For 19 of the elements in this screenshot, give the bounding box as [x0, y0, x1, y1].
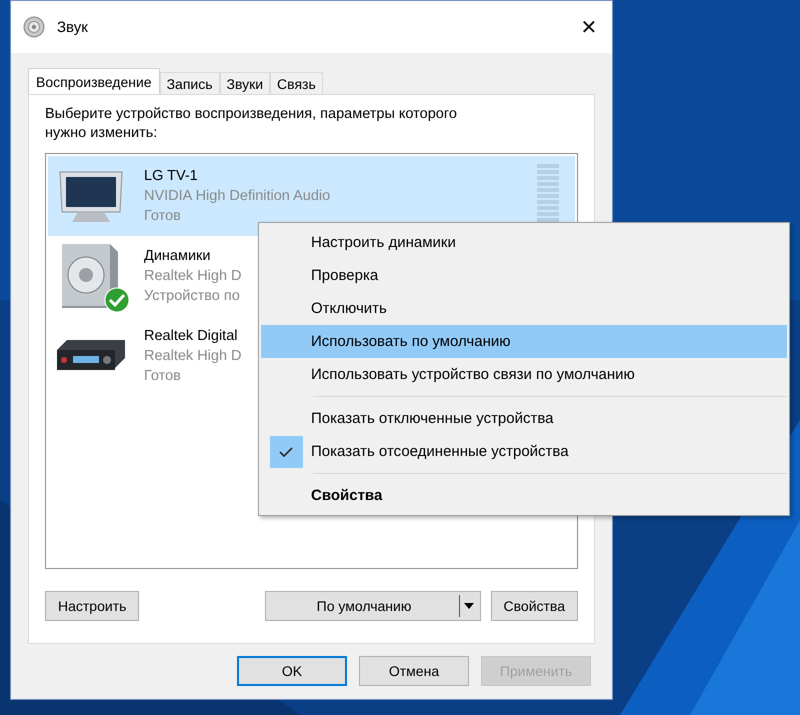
device-status: Устройство по	[144, 287, 241, 306]
menu-item-label: Проверка	[311, 267, 378, 284]
window-title: Звук	[57, 18, 89, 36]
device-status: Готов	[144, 207, 182, 226]
menu-item-label: Свойства	[311, 487, 382, 504]
instruction-text: Выберите устройство воспроизведения, параметры которого нужно изменить:	[45, 105, 458, 143]
menu-item-label: Использовать по умолчанию	[311, 333, 510, 350]
menu-item-label: Использовать устройство связи по умолчанию	[311, 366, 635, 383]
device-name: Realtek Digital	[144, 327, 238, 346]
device-driver: Realtek High D	[144, 347, 242, 366]
menu-item-label: Настроить динамики	[311, 234, 456, 251]
device-status: Готов	[144, 367, 182, 386]
device-driver: NVIDIA High Definition Audio	[144, 187, 330, 206]
device-name: LG TV-1	[144, 167, 199, 186]
menu-item-label: Отключить	[311, 300, 387, 317]
device-driver: Realtek High D	[144, 267, 242, 286]
device-name: Динамики	[144, 247, 212, 266]
menu-item-label: Показать отсоединенные устройства	[311, 443, 569, 460]
menu-item-label: Показать отключенные устройства	[311, 410, 554, 427]
